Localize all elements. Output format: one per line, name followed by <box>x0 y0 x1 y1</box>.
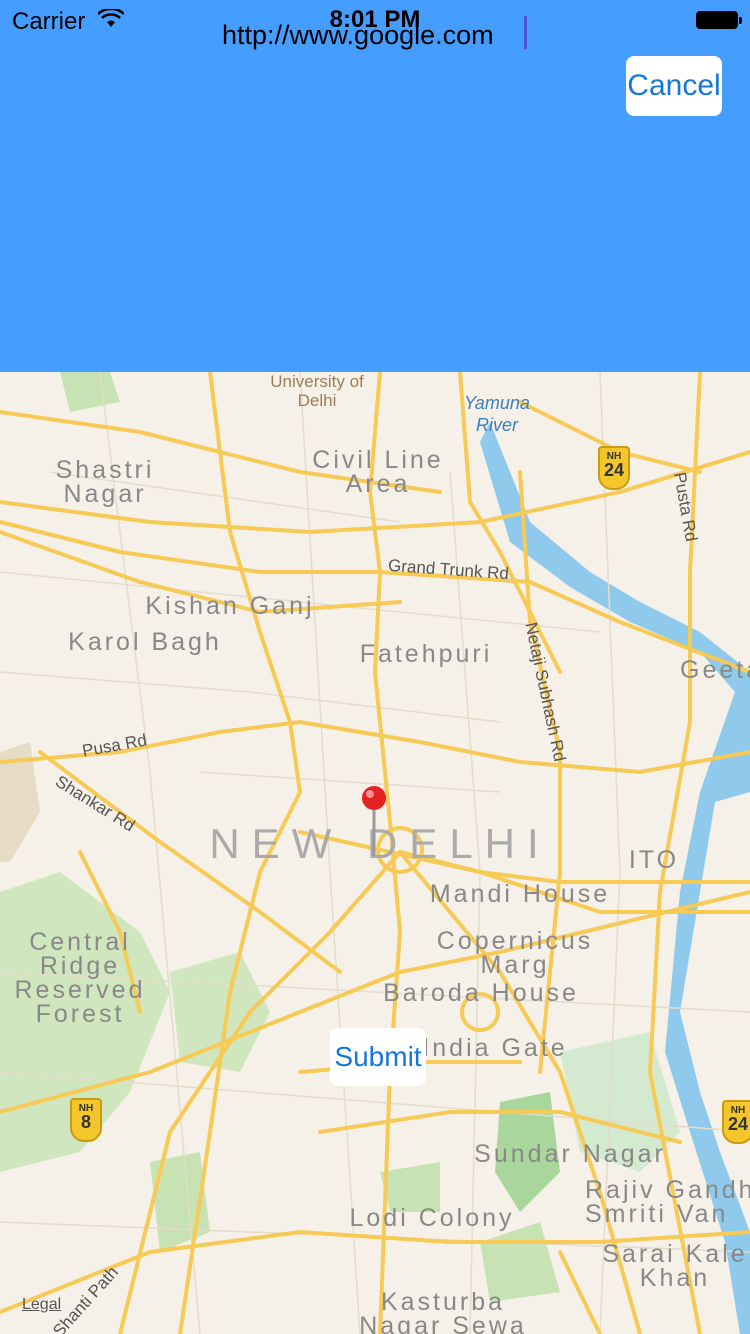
area-label: Fatehpuri <box>359 640 493 668</box>
area-label: Copernicus Marg <box>436 927 594 979</box>
area-label: Civil Line Area <box>312 446 444 498</box>
url-input[interactable] <box>222 18 542 52</box>
area-label: Kishan Ganj <box>145 592 315 620</box>
area-label: Shastri Nagar <box>55 456 155 508</box>
area-label: Karol Bagh <box>68 628 222 656</box>
area-label: India Gate <box>422 1034 568 1062</box>
submit-button[interactable]: Submit <box>330 1028 426 1086</box>
university-label: University of Delhi <box>270 372 364 410</box>
area-label: Kasturba Nagar Sewa <box>359 1288 527 1334</box>
area-label: Central Ridge Reserved Forest <box>14 928 146 1028</box>
highway-shield-icon: NH 24 <box>598 446 630 490</box>
area-label: Rajiv Gandhi Smriti Van <box>585 1176 750 1228</box>
area-label: Baroda House <box>383 979 579 1007</box>
highway-number: 24 <box>727 1114 749 1134</box>
area-label: Lodi Colony <box>349 1204 515 1232</box>
red-pin-icon[interactable] <box>360 784 390 860</box>
area-label: Sundar Nagar <box>474 1140 666 1168</box>
battery-icon <box>696 11 742 29</box>
highway-number: 24 <box>603 460 625 480</box>
header-panel: Carrier 8:01 PM Cancel <box>0 0 750 372</box>
text-caret <box>524 16 527 49</box>
river-label: Yamuna River <box>464 393 530 435</box>
area-label: Sarai Kale Khan <box>602 1240 748 1292</box>
highway-number: 8 <box>80 1112 91 1132</box>
highway-shield-icon: NH 24 <box>722 1100 750 1144</box>
area-label: Geeta <box>680 656 750 684</box>
highway-shield-icon: NH 8 <box>70 1098 102 1142</box>
area-label: ITO <box>628 846 680 874</box>
cancel-button[interactable]: Cancel <box>626 56 722 116</box>
legal-link[interactable]: Legal <box>22 1296 61 1314</box>
area-label: Mandi House <box>429 880 611 908</box>
